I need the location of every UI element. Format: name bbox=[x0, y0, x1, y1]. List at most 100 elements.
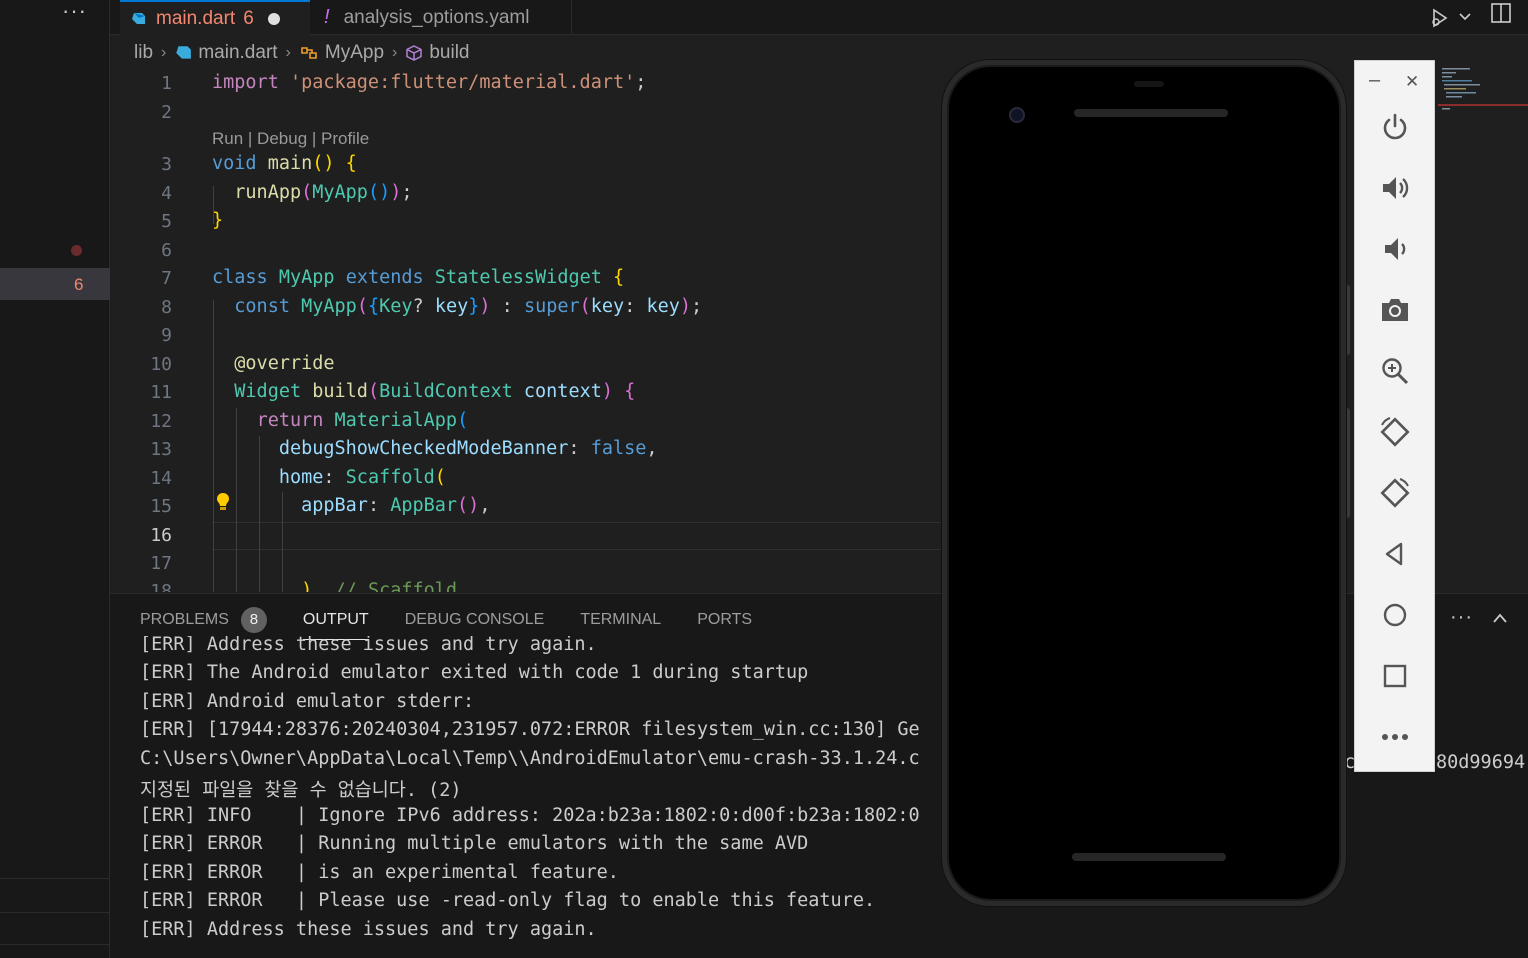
log-line: [ERR] ERROR | is an experimental feature… bbox=[140, 862, 619, 883]
breadcrumb-class[interactable]: MyApp bbox=[325, 42, 384, 64]
log-line: C:\Users\Owner\AppData\Local\Temp\\Andro… bbox=[140, 748, 920, 769]
problems-item-count: 6 bbox=[74, 275, 84, 294]
code-line-18: ), // Scaffold bbox=[212, 580, 457, 592]
line-number: 7 bbox=[161, 268, 172, 289]
code-line-7: class MyApp extends StatelessWidget { bbox=[212, 267, 625, 288]
log-line: [ERR] ERROR | Running multiple emulators… bbox=[140, 833, 809, 854]
tab-debug-console[interactable]: DEBUG CONSOLE bbox=[405, 606, 545, 634]
volume-up-button[interactable] bbox=[1375, 168, 1415, 208]
rotate-right-button[interactable] bbox=[1375, 473, 1415, 513]
line-number: 8 bbox=[161, 297, 172, 318]
tab-problem-count: 6 bbox=[243, 7, 254, 29]
code-line-8: const MyApp({Key? key}) : super(key: key… bbox=[234, 296, 703, 317]
token: void bbox=[212, 153, 257, 174]
more-icon bbox=[1382, 734, 1408, 740]
token: super bbox=[523, 296, 580, 317]
power-button[interactable] bbox=[1375, 107, 1415, 147]
more-actions-icon[interactable]: ··· bbox=[62, 0, 87, 24]
unsaved-dot-icon[interactable] bbox=[267, 12, 280, 25]
tab-bar: main.dart 6 ! analysis_options.yaml bbox=[110, 0, 1528, 35]
zoom-icon bbox=[1382, 358, 1409, 385]
line-number: 14 bbox=[150, 468, 172, 489]
minimap[interactable] bbox=[1438, 66, 1528, 126]
code-editor[interactable]: 1 2 3 4 5 6 7 8 9 10 11 12 13 14 15 16 1… bbox=[110, 68, 942, 592]
home-button[interactable] bbox=[1375, 595, 1415, 635]
line-number: 1 bbox=[161, 73, 172, 94]
codelens-run-debug-profile[interactable]: Run | Debug | Profile bbox=[212, 129, 369, 149]
token: MyApp bbox=[278, 267, 335, 288]
token: import bbox=[212, 72, 279, 93]
token: false bbox=[590, 438, 647, 459]
token: key bbox=[590, 296, 625, 317]
back-button[interactable] bbox=[1375, 534, 1415, 574]
breadcrumb: lib › main.dart › MyApp › build bbox=[134, 40, 470, 66]
chevron-up-icon[interactable] bbox=[1492, 612, 1508, 624]
tab-main-dart[interactable]: main.dart 6 bbox=[120, 0, 310, 35]
emulator-toolbar: – ✕ bbox=[1354, 60, 1435, 772]
chevron-right-icon: › bbox=[161, 44, 167, 61]
phone-speaker-bottom bbox=[1072, 853, 1226, 861]
problems-item[interactable]: 6 bbox=[0, 268, 110, 300]
tab-analysis-options[interactable]: ! analysis_options.yaml bbox=[310, 0, 572, 35]
volume-up-icon bbox=[1383, 177, 1409, 199]
log-line: [ERR] Address these issues and try again… bbox=[140, 919, 597, 940]
zoom-button[interactable] bbox=[1375, 351, 1415, 391]
divider bbox=[0, 944, 110, 945]
rotate-left-button[interactable] bbox=[1375, 412, 1415, 452]
log-line: 지정된 파일을 찾을 수 없습니다. (2) bbox=[140, 780, 462, 801]
rotate-left-icon bbox=[1380, 417, 1410, 447]
token: AppBar bbox=[390, 495, 458, 516]
log-line: [ERR] ERROR | Please use -read-only flag… bbox=[140, 890, 876, 911]
tab-terminal[interactable]: TERMINAL bbox=[580, 606, 661, 634]
tab-output[interactable]: OUTPUT bbox=[302, 606, 369, 640]
volume-down-button[interactable] bbox=[1375, 229, 1415, 269]
power-icon bbox=[1383, 113, 1407, 140]
run-debug-icon[interactable] bbox=[1428, 6, 1452, 30]
screenshot-button[interactable] bbox=[1375, 290, 1415, 330]
breadcrumb-lib[interactable]: lib bbox=[134, 42, 153, 64]
close-icon[interactable]: ✕ bbox=[1405, 72, 1419, 92]
line-number: 18 bbox=[150, 581, 172, 592]
code-line-11: Widget build(BuildContext context) { bbox=[234, 381, 636, 402]
breakpoint-dot[interactable] bbox=[71, 245, 82, 256]
code-line-13: debugShowCheckedModeBanner: false, bbox=[278, 438, 658, 459]
tab-ports[interactable]: PORTS bbox=[697, 606, 752, 634]
line-number: 15 bbox=[150, 496, 172, 517]
overview-button[interactable] bbox=[1375, 656, 1415, 696]
tab-problems[interactable]: PROBLEMS 8 bbox=[140, 606, 267, 634]
more-actions-icon[interactable]: ··· bbox=[1450, 606, 1473, 629]
token: return bbox=[256, 410, 324, 431]
token: 'package:flutter/material.dart' bbox=[289, 72, 636, 93]
token: Scaffold bbox=[345, 467, 435, 488]
token: const bbox=[234, 296, 290, 317]
more-button[interactable] bbox=[1375, 717, 1415, 757]
minimize-icon[interactable]: – bbox=[1369, 69, 1380, 92]
side-panel: ··· 6 bbox=[0, 0, 110, 958]
chevron-down-icon[interactable] bbox=[1458, 10, 1472, 24]
line-number: 6 bbox=[161, 240, 172, 261]
tab-label: analysis_options.yaml bbox=[343, 6, 530, 28]
tab-label: PORTS bbox=[697, 611, 753, 628]
lightbulb-icon[interactable] bbox=[216, 492, 230, 512]
breadcrumb-method[interactable]: build bbox=[429, 42, 469, 64]
emulator-screen[interactable] bbox=[947, 65, 1341, 901]
code-line-15: appBar: AppBar(), bbox=[301, 495, 491, 516]
line-number: 3 bbox=[161, 154, 172, 175]
token: // Scaffold bbox=[334, 580, 458, 592]
tab-label: DEBUG CONSOLE bbox=[404, 611, 545, 628]
log-line: [ERR] The Android emulator exited with c… bbox=[140, 662, 809, 683]
log-line: [ERR] [17944:28376:20240304,231957.072:E… bbox=[140, 719, 920, 740]
tab-label: TERMINAL bbox=[580, 611, 662, 628]
line-number: 4 bbox=[161, 183, 172, 204]
tab-label: OUTPUT bbox=[302, 611, 369, 628]
rotate-right-icon bbox=[1380, 478, 1410, 508]
dart-icon bbox=[176, 46, 192, 59]
token: extends bbox=[345, 267, 424, 288]
front-camera bbox=[1009, 107, 1025, 123]
breadcrumb-file[interactable]: main.dart bbox=[198, 42, 277, 64]
android-emulator-device bbox=[942, 60, 1346, 906]
chevron-right-icon: › bbox=[285, 44, 291, 61]
token: build bbox=[312, 381, 368, 402]
token: appBar bbox=[301, 495, 368, 516]
split-editor-icon[interactable] bbox=[1490, 2, 1512, 24]
